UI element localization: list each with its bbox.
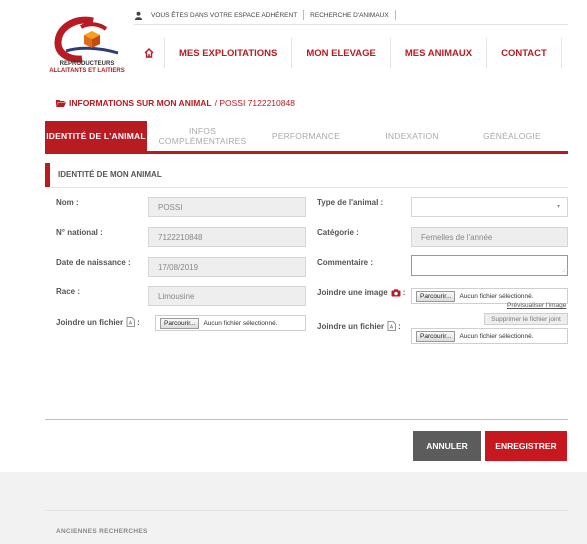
main-nav: MES EXPLOITATIONS MON ELEVAGE MES ANIMAU… — [134, 38, 562, 68]
top-bar: VOUS ÊTES DANS VOTRE ESPACE ADHÉRENT REC… — [134, 8, 402, 22]
tab-infos-complementaires[interactable]: INFOS COMPLÉMENTAIRES — [155, 121, 250, 151]
browse-button[interactable]: Parcourir... — [160, 317, 200, 329]
footer: ANCIENNES RECHERCHES — [0, 472, 587, 544]
animal-search-link[interactable]: RECHERCHE D'ANIMAUX — [310, 12, 389, 19]
comment-textarea[interactable]: .: — [411, 255, 568, 276]
birth-date-label: Date de naissance : — [56, 258, 131, 267]
logo[interactable]: REPRODUCTEURS ALLAITANTS ET LAITIERS — [48, 13, 126, 88]
chevron-down-icon: ▾ — [556, 204, 560, 210]
home-button[interactable] — [134, 48, 164, 58]
tab-underline — [45, 151, 568, 154]
section-divider — [45, 187, 568, 188]
no-file-text: Aucun fichier sélectionné. — [459, 332, 534, 340]
footer-divider — [45, 510, 568, 511]
pdf-file-icon — [387, 321, 397, 331]
attach-file-left-text: Joindre un fichier — [56, 317, 124, 327]
national-number-field[interactable]: 7122210848 — [148, 227, 306, 247]
logo-text-line1: REPRODUCTEURS — [59, 61, 115, 67]
category-label: Catégorie : — [317, 228, 359, 237]
attach-file-left-label: Joindre un fichier : — [56, 317, 140, 327]
nom-field[interactable]: POSSI — [148, 197, 306, 217]
breadcrumb: INFORMATIONS SUR MON ANIMAL / POSSI 7122… — [56, 98, 295, 108]
header-divider — [134, 24, 568, 25]
resize-handle-icon[interactable]: .: — [562, 268, 565, 274]
no-file-text: Aucun fichier sélectionné. — [459, 292, 534, 300]
attach-image-text: Joindre une image — [317, 288, 388, 297]
nav-item-exploitations[interactable]: MES EXPLOITATIONS — [165, 38, 291, 68]
tab-identite[interactable]: IDENTITÉ DE L'ANIMAL — [45, 121, 147, 151]
user-icon — [134, 11, 143, 20]
browse-button[interactable]: Parcourir... — [416, 290, 456, 302]
tab-label-line1: INFOS — [189, 126, 216, 136]
pdf-file-icon — [126, 317, 136, 327]
file-input-left[interactable]: Parcourir... Aucun fichier sélectionné. — [155, 315, 306, 331]
cancel-button[interactable]: ANNULER — [413, 431, 481, 461]
member-space-link[interactable]: VOUS ÊTES DANS VOTRE ESPACE ADHÉRENT — [151, 12, 297, 19]
category-field[interactable]: Femelles de l'année — [411, 227, 568, 247]
birth-date-field[interactable]: 17/08/2019 — [148, 257, 306, 277]
tab-indexation[interactable]: INDEXATION — [362, 121, 462, 151]
nav-item-elevage[interactable]: MON ELEVAGE — [292, 38, 390, 68]
nom-label: Nom : — [56, 198, 79, 207]
no-file-text: Aucun fichier sélectionné. — [203, 319, 278, 327]
camera-icon — [391, 288, 401, 296]
race-label: Race : — [56, 287, 81, 296]
tab-label-line2: COMPLÉMENTAIRES — [158, 136, 247, 146]
nav-divider — [560, 38, 562, 68]
browse-button[interactable]: Parcourir... — [416, 330, 456, 342]
old-searches-link[interactable]: ANCIENNES RECHERCHES — [56, 528, 148, 535]
logo-mark — [54, 16, 119, 63]
tab-performance[interactable]: PERFORMANCE — [250, 121, 362, 151]
attach-file-right-text: Joindre un fichier — [317, 321, 385, 331]
folder-open-icon — [56, 100, 66, 107]
section-title: IDENTITÉ DE MON ANIMAL — [58, 170, 162, 179]
preview-image-link[interactable]: Prévisualiser l'image — [507, 302, 566, 309]
attach-image-label: Joindre une image : — [317, 288, 406, 297]
animal-type-select[interactable]: ▾ — [411, 197, 568, 217]
breadcrumb-current: / POSSI 7122210848 — [214, 98, 295, 108]
nav-item-contact[interactable]: CONTACT — [487, 38, 561, 68]
topbar-divider — [303, 10, 305, 20]
comment-label: Commentaire : — [317, 258, 374, 267]
animal-type-label: Type de l'animal : — [317, 198, 384, 207]
topbar-divider — [394, 10, 396, 20]
race-field[interactable]: Limousine — [148, 286, 306, 306]
form-divider — [45, 419, 568, 420]
home-icon — [144, 48, 154, 58]
breadcrumb-title: INFORMATIONS SUR MON ANIMAL — [69, 98, 212, 108]
national-number-label: N° national : — [56, 228, 103, 237]
nav-item-animaux[interactable]: MES ANIMAUX — [391, 38, 486, 68]
file-input-right[interactable]: Parcourir... Aucun fichier sélectionné. — [411, 328, 568, 344]
tab-genealogie[interactable]: GÉNÉALOGIE — [462, 121, 562, 151]
section-accent — [45, 163, 50, 187]
delete-file-button[interactable]: Supprimer le fichier joint — [484, 313, 568, 325]
attach-file-right-label: Joindre un fichier : — [317, 321, 401, 331]
save-button[interactable]: ENREGISTRER — [485, 431, 567, 461]
logo-text-line2: ALLAITANTS ET LAITIERS — [49, 68, 125, 74]
tab-bar: IDENTITÉ DE L'ANIMAL INFOS COMPLÉMENTAIRE… — [45, 121, 568, 151]
